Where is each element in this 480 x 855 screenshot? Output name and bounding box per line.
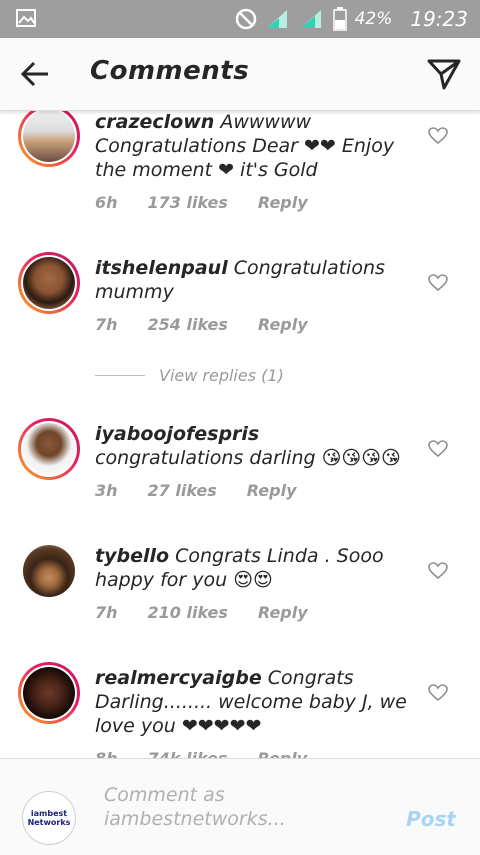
comment-text: crazeclown Awwwww Congratulations Dear ❤…	[95, 110, 413, 182]
comment-age: 3h	[95, 481, 118, 500]
avatar-realmercyaigbe[interactable]	[18, 662, 80, 724]
like-heart-icon[interactable]	[428, 684, 448, 702]
avatar: iambest Networks	[22, 791, 76, 845]
status-bar: 42% 19:23	[0, 0, 480, 38]
comment-username[interactable]: tybello	[95, 545, 169, 567]
like-heart-icon[interactable]	[428, 562, 448, 580]
back-arrow-icon[interactable]	[20, 60, 50, 88]
profile-logo: iambest Networks	[27, 809, 71, 827]
gallery-icon	[16, 9, 36, 27]
comment-age: 7h	[95, 603, 118, 622]
comment-text: itshelenpaul Congratulations mummy	[95, 256, 413, 304]
comments-list[interactable]: crazeclown Awwwww Congratulations Dear ❤…	[0, 110, 480, 758]
avatar-iyaboojofespris[interactable]	[18, 418, 80, 480]
do-not-disturb-icon	[235, 8, 256, 30]
comment-username[interactable]: crazeclown	[95, 111, 214, 133]
comment-likes[interactable]: 254 likes	[148, 315, 228, 334]
avatar-itshelenpaul[interactable]	[18, 252, 80, 314]
signal-icon	[266, 10, 287, 28]
comment-age: 7h	[95, 315, 118, 334]
comment-body: congratulations darling 😘😘😘😘	[95, 447, 401, 469]
post-button[interactable]: Post	[406, 807, 456, 831]
avatar-crazeclown[interactable]	[18, 110, 80, 167]
reply-button[interactable]: Reply	[247, 481, 297, 500]
comment-text: realmercyaigbe Congrats Darling........ …	[95, 666, 413, 738]
like-heart-icon[interactable]	[428, 127, 448, 145]
send-icon[interactable]	[426, 56, 462, 92]
comment-age: 6h	[95, 193, 118, 212]
comment-input[interactable]: Comment as iambestnetworks...	[104, 783, 394, 831]
reply-button[interactable]: Reply	[258, 315, 308, 334]
like-heart-icon[interactable]	[428, 440, 448, 458]
comment-likes[interactable]: 27 likes	[148, 481, 217, 500]
view-replies-button[interactable]: View replies (1)	[95, 366, 284, 385]
comment-username[interactable]: realmercyaigbe	[95, 667, 262, 689]
comment-username[interactable]: itshelenpaul	[95, 257, 228, 279]
comment-meta: 8h 74k likes Reply	[95, 749, 307, 758]
comment-meta: 7h 254 likes Reply	[95, 315, 308, 334]
clock: 19:23	[410, 7, 468, 31]
comment-likes[interactable]: 210 likes	[148, 603, 228, 622]
reply-button[interactable]: Reply	[257, 749, 307, 758]
comment-age: 8h	[95, 749, 118, 758]
header: Comments	[0, 38, 480, 111]
battery-percent: 42%	[354, 9, 393, 29]
comment-meta: 6h 173 likes Reply	[95, 193, 308, 212]
comment-likes[interactable]: 74k likes	[148, 749, 228, 758]
view-replies-label: View replies (1)	[159, 366, 284, 385]
avatar-tybello[interactable]	[18, 540, 80, 602]
comment-meta: 3h 27 likes Reply	[95, 481, 297, 500]
comment-text: tybello Congrats Linda . Sooo happy for …	[95, 544, 413, 592]
divider	[95, 375, 145, 376]
reply-button[interactable]: Reply	[258, 193, 308, 212]
comment-likes[interactable]: 173 likes	[148, 193, 228, 212]
comment-username[interactable]: iyaboojofespris	[95, 423, 259, 445]
comment-composer: iambest Networks Comment as iambestnetwo…	[0, 758, 480, 855]
comment-text: iyaboojofespris congratulations darling …	[95, 422, 413, 470]
signal-icon-2	[300, 10, 321, 28]
reply-button[interactable]: Reply	[258, 603, 308, 622]
like-heart-icon[interactable]	[428, 274, 448, 292]
comment-meta: 7h 210 likes Reply	[95, 603, 308, 622]
battery-icon	[332, 7, 347, 31]
page-title: Comments	[90, 56, 250, 86]
